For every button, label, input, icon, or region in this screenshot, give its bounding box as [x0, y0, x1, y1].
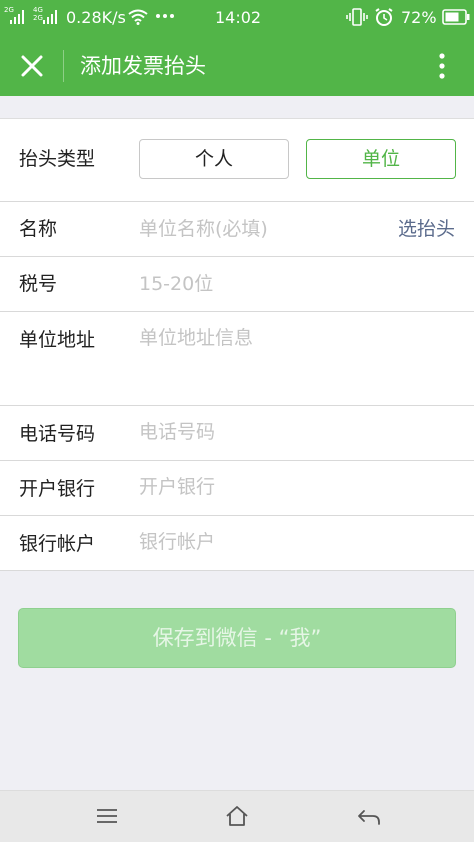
- personal-type-button[interactable]: 个人: [139, 139, 289, 179]
- status-bar: 2G 4G 2G 0.28K/s 14:02 72%: [0, 0, 474, 36]
- name-input[interactable]: 单位名称(必填): [139, 217, 268, 241]
- select-title-link[interactable]: 选抬头: [398, 217, 455, 241]
- alarm-icon: [375, 8, 393, 26]
- bank-label: 开户银行: [19, 478, 96, 500]
- close-icon[interactable]: [14, 48, 50, 84]
- bank-account-label: 银行帐户: [19, 533, 96, 555]
- battery-icon: [442, 9, 470, 25]
- phone-input[interactable]: 电话号码: [139, 420, 215, 444]
- signal-icon: [10, 10, 26, 24]
- home-icon[interactable]: [222, 803, 252, 829]
- bank-account-input[interactable]: 银行帐户: [139, 530, 215, 554]
- back-icon[interactable]: [354, 803, 384, 829]
- tax-id-label: 税号: [19, 273, 58, 295]
- name-label: 名称: [19, 218, 58, 240]
- address-label: 单位地址: [19, 329, 96, 351]
- title-type-row: 抬头类型 个人 单位: [0, 119, 474, 202]
- address-row[interactable]: 单位地址 单位地址信息: [0, 312, 474, 406]
- menu-icon[interactable]: [92, 803, 122, 829]
- more-vertical-icon[interactable]: [430, 48, 454, 84]
- company-type-button[interactable]: 单位: [306, 139, 456, 179]
- vibrate-icon: [346, 8, 368, 26]
- wifi-icon: [128, 9, 148, 25]
- sim2-label: 4G 2G: [33, 6, 43, 22]
- battery-percent: 72%: [401, 8, 437, 27]
- phone-label: 电话号码: [19, 423, 96, 445]
- page-title: 添加发票抬头: [80, 54, 206, 78]
- bank-input[interactable]: 开户银行: [139, 475, 215, 499]
- title-type-label: 抬头类型: [19, 148, 96, 170]
- system-nav-bar: [0, 790, 474, 842]
- name-row[interactable]: 名称 单位名称(必填) 选抬头: [0, 202, 474, 257]
- bank-row[interactable]: 开户银行 开户银行: [0, 461, 474, 516]
- save-to-wechat-button[interactable]: 保存到微信 - “我”: [18, 608, 456, 668]
- invoice-form: 抬头类型 个人 单位 名称 单位名称(必填) 选抬头 税号 15-20位 单位地…: [0, 118, 474, 571]
- address-input[interactable]: 单位地址信息: [139, 326, 253, 350]
- app-bar: 添加发票抬头: [0, 36, 474, 96]
- clock: 14:02: [215, 8, 262, 27]
- more-dots-icon: [156, 14, 174, 18]
- signal-icon: [43, 10, 59, 24]
- header-divider: [63, 50, 64, 82]
- tax-id-row[interactable]: 税号 15-20位: [0, 257, 474, 312]
- network-speed: 0.28K/s: [66, 8, 126, 27]
- phone-row[interactable]: 电话号码 电话号码: [0, 406, 474, 461]
- tax-id-input[interactable]: 15-20位: [139, 272, 213, 296]
- bank-account-row[interactable]: 银行帐户 银行帐户: [0, 516, 474, 571]
